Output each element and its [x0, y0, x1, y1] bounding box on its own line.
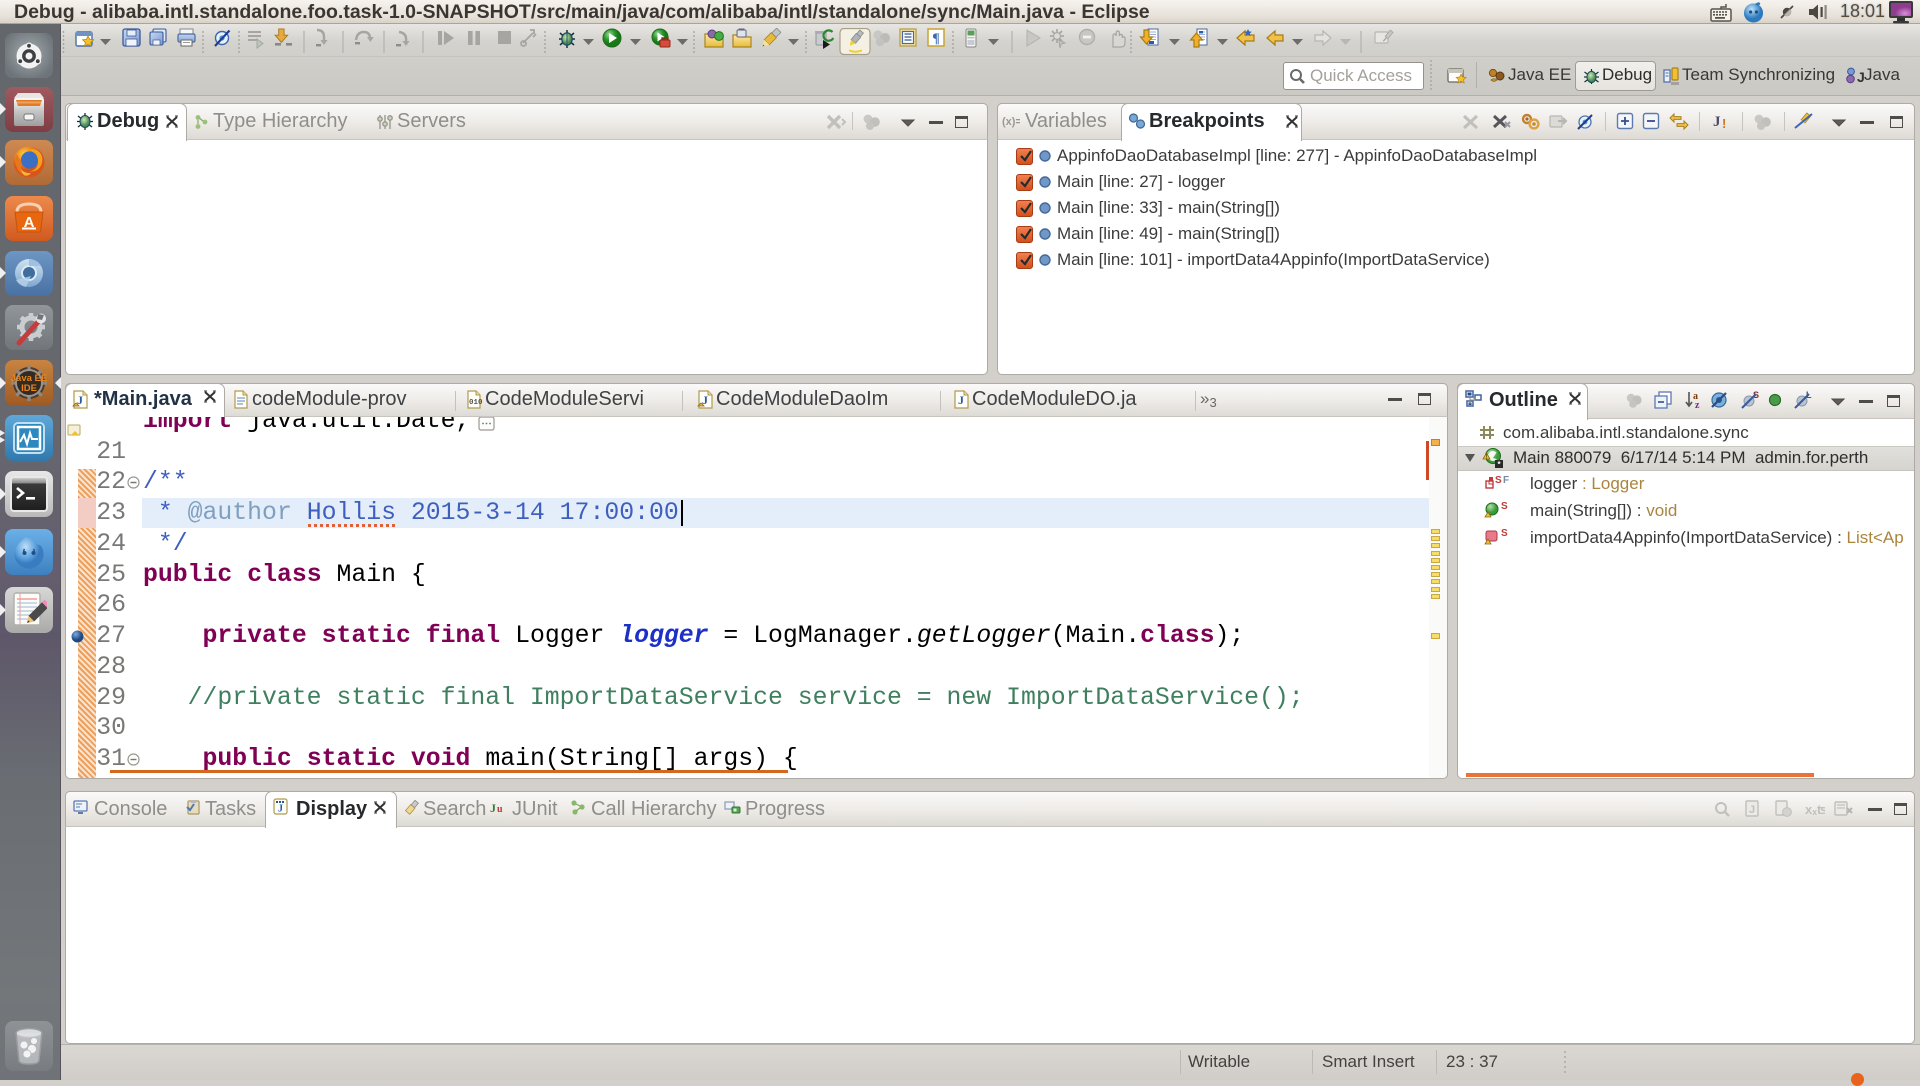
svg-text:(x)=: (x)= [1002, 116, 1020, 128]
svg-text:S: S [1501, 528, 1508, 539]
svg-text:J: J [958, 393, 964, 407]
svg-text:J: J [490, 801, 496, 815]
svg-text:J: J [1749, 804, 1755, 816]
svg-text:S: S [1501, 501, 1508, 512]
svg-text:¶: ¶ [932, 32, 940, 47]
svg-text:F: F [1503, 475, 1509, 486]
svg-text:!: ! [1485, 454, 1487, 461]
svg-text:J: J [1713, 114, 1721, 130]
svg-text:S: S [1495, 475, 1502, 486]
svg-text:u: u [497, 804, 503, 815]
svg-text:010: 010 [469, 399, 482, 407]
svg-text:J: J [1857, 69, 1864, 85]
svg-text:J: J [278, 804, 283, 815]
svg-text:xₓʦ: xₓʦ [1805, 802, 1825, 817]
svg-text:z: z [1695, 400, 1700, 410]
svg-text:IDE: IDE [21, 383, 37, 394]
svg-text:!: ! [1722, 116, 1726, 131]
